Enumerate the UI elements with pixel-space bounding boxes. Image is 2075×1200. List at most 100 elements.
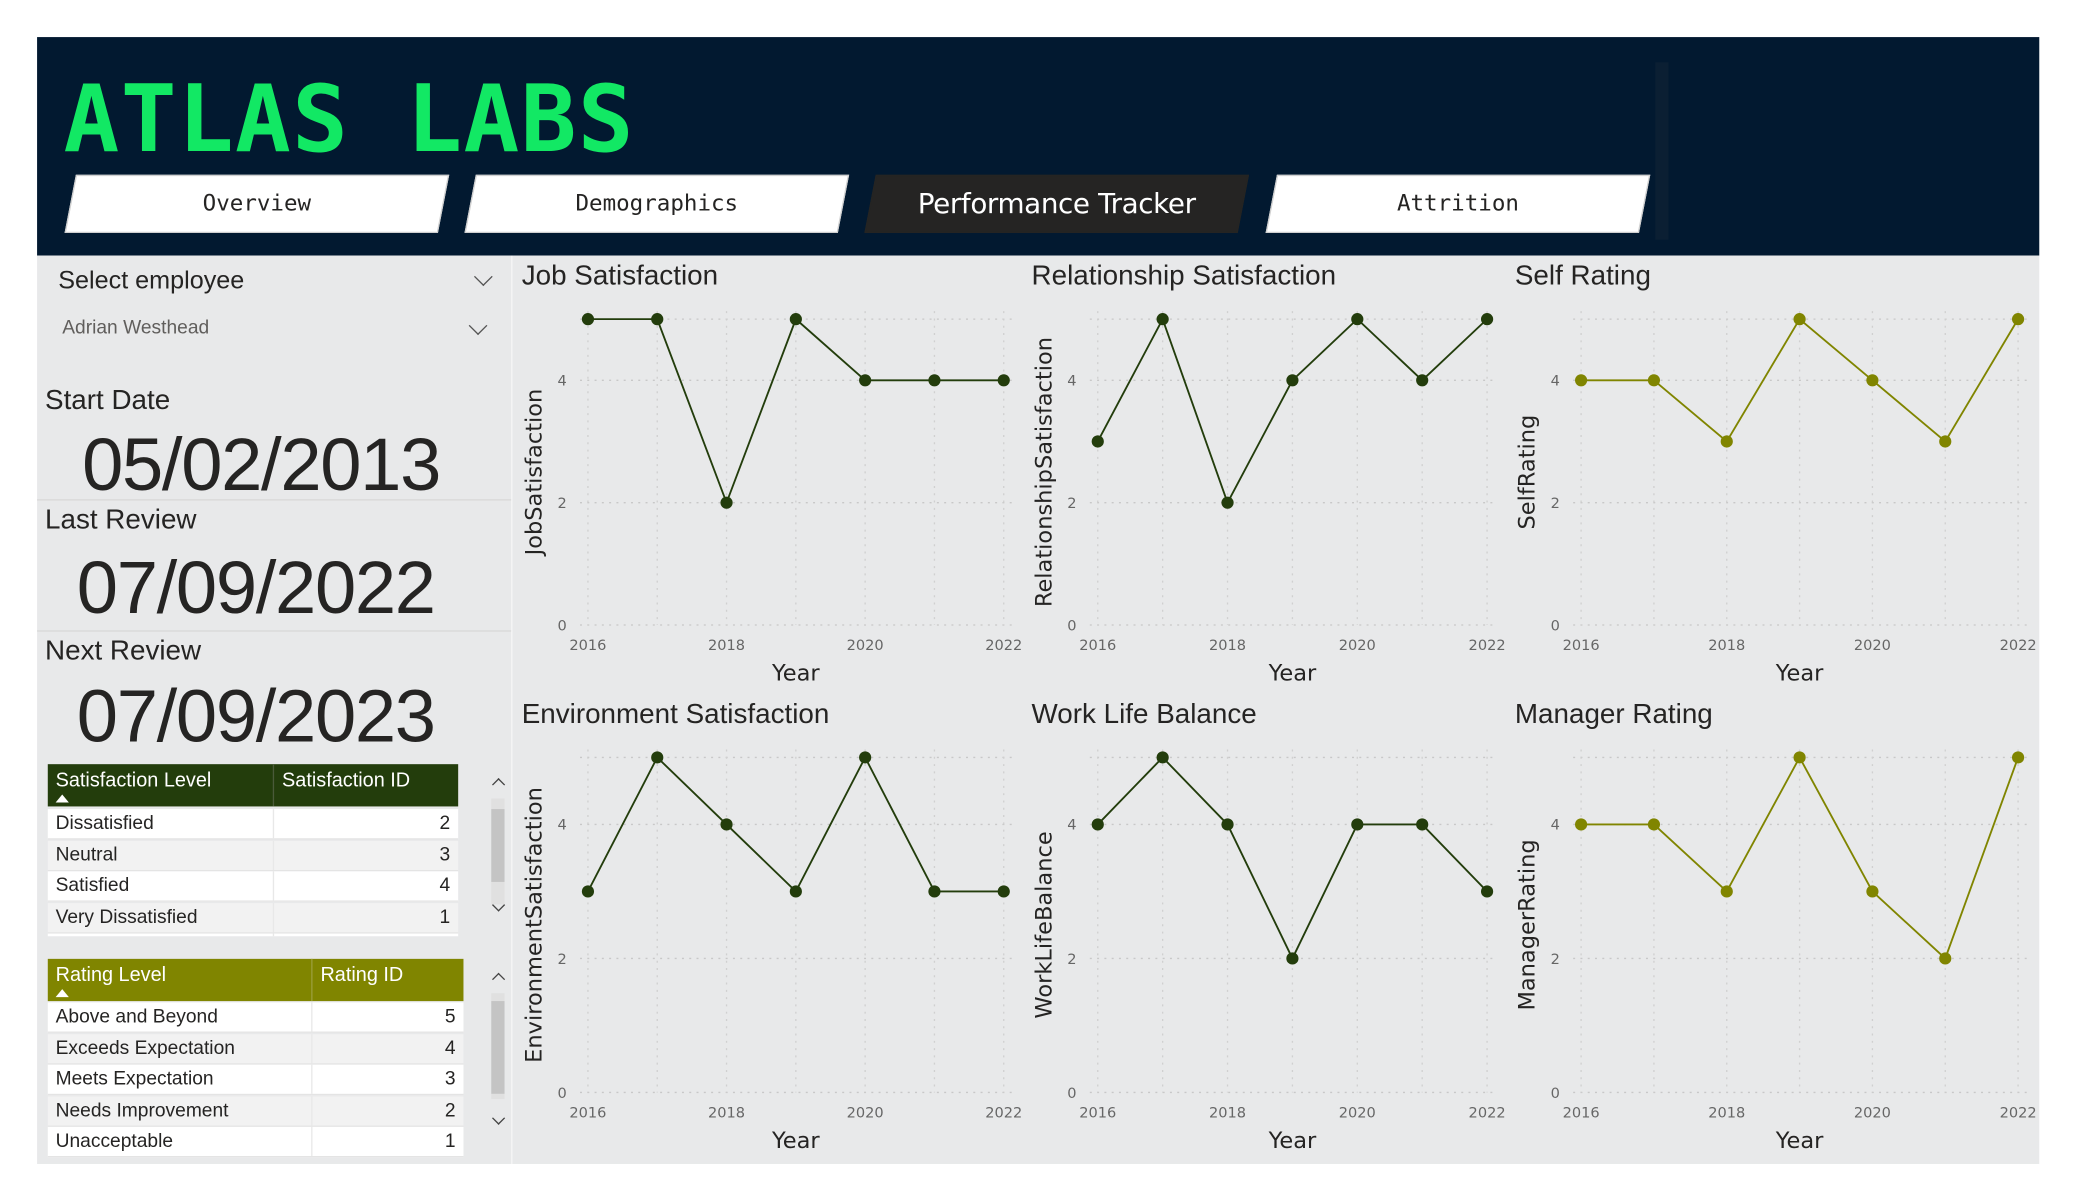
chart-manager-rating[interactable]: Manager Rating 0 2 4 2016 2018 2020 2022 Year Man…: [1507, 695, 2037, 1161]
data-point[interactable]: [651, 313, 664, 326]
employee-dropdown[interactable]: Adrian Westhead: [56, 309, 493, 349]
chart-self-rating[interactable]: Self Rating 0 2 4 2016 2018 2020 2022 Year SelfRa…: [1507, 257, 2037, 689]
table-row[interactable]: Very Dissatisfied 1: [47, 902, 459, 933]
scroll-down-icon[interactable]: [492, 1111, 506, 1125]
data-point[interactable]: [997, 374, 1010, 387]
data-point[interactable]: [1647, 818, 1661, 831]
data-point[interactable]: [928, 374, 941, 387]
data-point[interactable]: [1793, 751, 1806, 764]
x-axis-title: Year: [771, 1128, 820, 1154]
last-review-label: Last Review: [45, 504, 197, 535]
scroll-up-icon[interactable]: [492, 972, 506, 986]
y-tick-label: 0: [557, 1085, 566, 1102]
chart-relationship-satisfaction[interactable]: Relationship Satisfaction 0 2 4 2016 2018 2020…: [1024, 257, 1506, 689]
data-point[interactable]: [2011, 751, 2025, 764]
data-point[interactable]: [1221, 496, 1234, 509]
tab-demographics[interactable]: Demographics: [464, 174, 850, 234]
slicer-title: Select employee: [58, 267, 245, 296]
chart-environment-satisfaction[interactable]: Environment Satisfaction 0 2 4 2016 2018 2020 2…: [514, 695, 1023, 1161]
table-row[interactable]: Exceeds Expectation 4: [47, 1033, 464, 1064]
data-point[interactable]: [1793, 313, 1806, 326]
data-point[interactable]: [859, 374, 872, 387]
table-header: Rating Level Rating ID: [47, 958, 464, 1002]
sort-ascending-icon[interactable]: [55, 794, 69, 803]
data-point[interactable]: [1091, 818, 1104, 831]
level-cell: Very Dissatisfied: [48, 902, 275, 932]
data-point[interactable]: [1286, 374, 1299, 387]
id-cell: 3: [444, 1068, 456, 1090]
column-header-rating-id[interactable]: Rating ID: [313, 959, 464, 1001]
data-point[interactable]: [2011, 313, 2025, 326]
data-point[interactable]: [1221, 818, 1234, 831]
column-header-rating-level[interactable]: Rating Level: [48, 958, 313, 1002]
table-row[interactable]: Unacceptable 1: [47, 1126, 464, 1158]
data-point[interactable]: [1286, 952, 1299, 965]
chart-work-life-balance[interactable]: Work Life Balance 0 2 4 2016 2018 2020 2022 Year…: [1024, 695, 1506, 1161]
data-point[interactable]: [1416, 374, 1429, 387]
data-point[interactable]: [1720, 435, 1733, 448]
rating-table-scrollbar[interactable]: [491, 993, 505, 1100]
table-row[interactable]: Very Satisfied5: [47, 933, 459, 937]
data-point[interactable]: [1647, 374, 1661, 387]
table-row[interactable]: Meets Expectation 3: [47, 1064, 464, 1096]
data-point[interactable]: [581, 313, 595, 326]
x-axis-title: Year: [1775, 661, 1824, 687]
y-tick-label: 4: [1067, 817, 1076, 834]
chart-job-satisfaction[interactable]: Job Satisfaction 0 2 4 2016 2018 2020 2022 Year J…: [514, 257, 1023, 689]
x-tick-label: 2016: [569, 1105, 606, 1122]
data-point[interactable]: [1939, 435, 1952, 448]
data-point[interactable]: [1939, 952, 1952, 965]
id-cell: 1: [444, 1130, 456, 1153]
data-point[interactable]: [1575, 818, 1588, 831]
data-point[interactable]: [1156, 313, 1169, 326]
data-point[interactable]: [1156, 751, 1169, 764]
data-point[interactable]: [720, 818, 733, 831]
x-tick-label: 2022: [985, 1105, 1022, 1122]
y-tick-label: 4: [557, 817, 566, 834]
table-row[interactable]: Neutral 3: [47, 840, 459, 871]
line-chart: 0 2 4 2016 2018 2020 2022 Year WorkLifeBalance: [1031, 749, 1506, 1154]
scroll-up-icon[interactable]: [492, 778, 506, 792]
data-point[interactable]: [651, 751, 664, 764]
x-tick-label: 2020: [1854, 637, 1891, 654]
column-header-satisfaction-level[interactable]: Satisfaction Level: [48, 764, 275, 807]
x-tick-label: 2022: [985, 637, 1022, 654]
table-row[interactable]: Needs Improvement 2: [47, 1095, 464, 1127]
data-point[interactable]: [1575, 374, 1588, 387]
data-point[interactable]: [1866, 885, 1879, 898]
data-point[interactable]: [1480, 313, 1494, 326]
data-point[interactable]: [997, 885, 1010, 898]
data-point[interactable]: [1720, 885, 1733, 898]
data-point[interactable]: [859, 751, 872, 764]
data-point[interactable]: [1351, 818, 1364, 831]
panel-divider: [511, 255, 513, 1164]
data-point[interactable]: [581, 885, 595, 898]
line-chart: 0 2 4 2016 2018 2020 2022 Year SelfRating: [1515, 311, 2037, 687]
tab-overview[interactable]: Overview: [64, 174, 450, 234]
data-point[interactable]: [1480, 885, 1494, 898]
x-tick-label: 2020: [847, 1105, 884, 1122]
table-row[interactable]: Above and Beyond 5: [47, 1002, 464, 1033]
data-point[interactable]: [1866, 374, 1879, 387]
data-point[interactable]: [1351, 313, 1364, 326]
column-header-satisfaction-id[interactable]: Satisfaction ID: [274, 764, 458, 806]
x-axis-title: Year: [1775, 1128, 1824, 1154]
satisfaction-table-scrollbar[interactable]: [491, 798, 505, 905]
sort-ascending-icon[interactable]: [55, 989, 69, 998]
y-axis-title: JobSatisfaction: [522, 389, 548, 558]
table-row[interactable]: Satisfied 4: [47, 871, 459, 902]
y-tick-label: 2: [1067, 495, 1076, 512]
data-point[interactable]: [928, 885, 941, 898]
data-point[interactable]: [1091, 435, 1104, 448]
tab-overview-label: Overview: [202, 190, 312, 218]
data-point[interactable]: [789, 313, 802, 326]
table-row[interactable]: Dissatisfied 2: [47, 809, 459, 840]
data-point[interactable]: [1416, 818, 1429, 831]
tab-attrition[interactable]: Attrition: [1265, 174, 1651, 234]
slicer-collapse-icon[interactable]: [473, 267, 493, 287]
data-point[interactable]: [789, 885, 802, 898]
tab-performance-tracker[interactable]: Performance Tracker: [864, 174, 1250, 234]
data-point[interactable]: [720, 496, 733, 509]
x-tick-label: 2020: [1339, 1105, 1376, 1122]
line-chart: 0 2 4 2016 2018 2020 2022 Year RelationshipSatis…: [1031, 311, 1506, 687]
